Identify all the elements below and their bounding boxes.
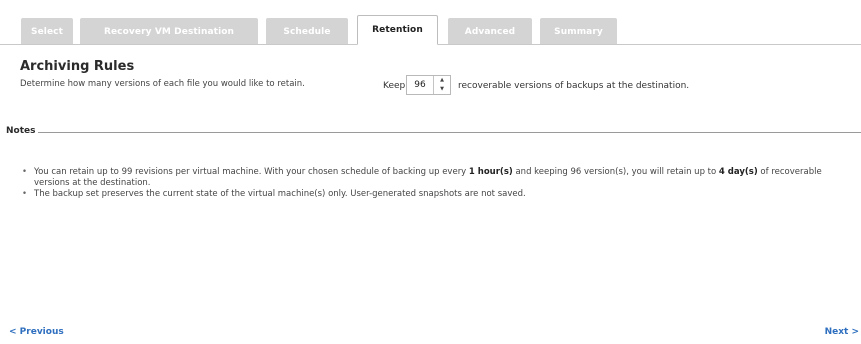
notes-divider xyxy=(38,132,861,133)
down-arrow-icon[interactable]: ▼ xyxy=(434,85,450,94)
next-button[interactable]: Next > xyxy=(825,327,859,337)
retention-duration: 4 day(s) xyxy=(718,167,758,177)
tab-schedule[interactable]: Schedule xyxy=(266,18,348,44)
up-arrow-icon[interactable]: ▲ xyxy=(434,76,450,85)
tab-advanced[interactable]: Advanced xyxy=(448,18,532,44)
keep-label: Keep xyxy=(383,81,406,91)
stepper-arrows: ▲ ▼ xyxy=(433,76,450,94)
tab-retention[interactable]: Retention xyxy=(357,15,438,45)
note-retention-limit: You can retain up to 99 revisions per vi… xyxy=(22,167,858,189)
archiving-rules-description: Determine how many versions of each file… xyxy=(20,79,305,89)
wizard-tab-bar: Select Recovery VM Destination Schedule … xyxy=(0,0,861,45)
keep-versions-value[interactable]: 96 xyxy=(407,76,433,94)
archiving-rules-title: Archiving Rules xyxy=(20,59,135,74)
keep-versions-stepper[interactable]: 96 ▲ ▼ xyxy=(406,75,451,95)
notes-title: Notes xyxy=(6,126,36,136)
previous-button[interactable]: < Previous xyxy=(9,327,64,337)
tab-recovery-vm-destination[interactable]: Recovery VM Destination xyxy=(80,18,258,44)
keep-suffix-text: recoverable versions of backups at the d… xyxy=(458,81,690,91)
notes-list: You can retain up to 99 revisions per vi… xyxy=(22,167,858,200)
tab-summary[interactable]: Summary xyxy=(540,18,617,44)
schedule-interval: 1 hour(s) xyxy=(468,167,513,177)
note-snapshot-info: The backup set preserves the current sta… xyxy=(22,189,858,200)
tab-select[interactable]: Select xyxy=(21,18,73,44)
